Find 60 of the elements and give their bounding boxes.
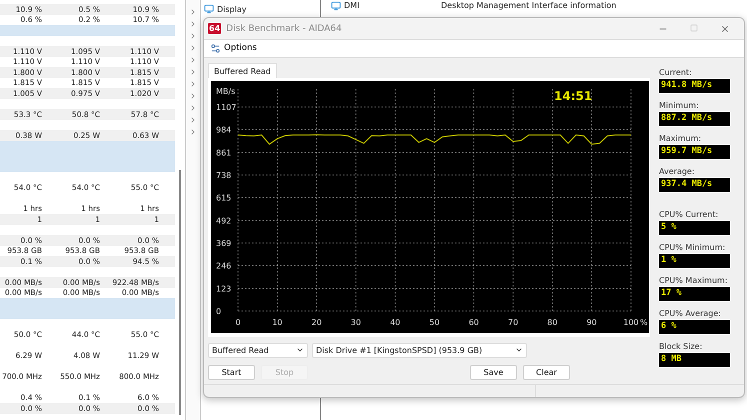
window-title: Disk Benchmark - AIDA64: [226, 24, 343, 34]
action-button[interactable]: Save: [470, 364, 517, 380]
axis-tick-label: 369: [216, 238, 232, 248]
axis-tick-label: 123: [216, 284, 232, 293]
stat-label: CPU% Average:: [659, 308, 722, 318]
stat-value: 6 %: [659, 320, 730, 334]
stat-label: CPU% Current:: [659, 210, 720, 218]
options-button[interactable]: Options: [224, 43, 257, 54]
stat-value: 5 %: [659, 220, 730, 234]
action-button[interactable]: Clear: [523, 364, 570, 380]
axis-tick-label: 100: [623, 318, 639, 326]
stat-value: 937.4 MB/s: [659, 178, 730, 192]
stat-label: Block Size:: [659, 342, 704, 350]
axis-tick-label: 738: [216, 170, 232, 180]
app-logo: 64: [208, 23, 222, 34]
axis-tick-label: 10: [272, 318, 282, 326]
drive-dropdown[interactable]: Disk Drive #1 [KingstonSPSD] (953.9 GB): [312, 342, 527, 358]
monitor-icon: [204, 4, 214, 14]
tree-item[interactable]: Display: [217, 4, 246, 14]
stat-label: Average:: [659, 166, 696, 176]
axis-tick-label: 492: [216, 216, 232, 225]
caret-icon: [296, 346, 304, 354]
stat-label: Current:: [659, 68, 693, 76]
stat-value: 17 %: [659, 286, 730, 300]
axis-tick-label: 1107: [216, 102, 236, 112]
stat-value: 887.2 MB/s: [659, 112, 730, 126]
caret-icon: [515, 346, 523, 354]
axis-tick-label: 20: [312, 318, 322, 326]
action-button[interactable]: Start: [208, 364, 255, 380]
axis-label: MB/s: [216, 86, 236, 96]
monitor-icon: [331, 0, 341, 10]
axis-tick-label: 0: [216, 306, 222, 316]
stat-label: CPU% Maximum:: [659, 276, 729, 284]
axis-tick-label: 60: [468, 318, 479, 326]
test-dropdown[interactable]: Buffered Read: [208, 342, 308, 358]
list-item-description: Desktop Management Interface information: [441, 1, 616, 10]
stat-value: 959.7 MB/s: [659, 144, 730, 158]
axis-tick-label: 984: [216, 125, 232, 134]
close-icon[interactable]: [720, 24, 730, 34]
axis-label: %: [640, 318, 648, 326]
axis-tick-label: 246: [216, 261, 232, 270]
axis-tick-label: 30: [350, 318, 361, 326]
elapsed-time: 14:51: [554, 88, 592, 102]
tab[interactable]: Buffered Read: [208, 62, 277, 78]
stat-value: 8 MB: [659, 352, 730, 366]
axis-tick-label: 70: [508, 318, 518, 326]
stat-label: Maximum:: [659, 134, 702, 142]
axis-tick-label: 90: [586, 318, 597, 326]
axis-tick-label: 80: [547, 318, 558, 326]
axis-tick-label: 861: [216, 148, 232, 157]
axis-tick-label: 50: [429, 318, 440, 326]
stat-label: CPU% Minimum:: [659, 242, 726, 252]
stat-label: Minimum:: [659, 100, 700, 110]
axis-tick-label: 0: [235, 318, 241, 326]
stat-value: 1 %: [659, 254, 730, 268]
stat-value: 941.8 MB/s: [659, 78, 730, 92]
axis-tick-label: 615: [216, 193, 232, 202]
list-item-name[interactable]: DMI: [341, 1, 441, 10]
scrollbar-thumb[interactable]: [179, 170, 181, 415]
axis-tick-label: 40: [390, 318, 400, 326]
